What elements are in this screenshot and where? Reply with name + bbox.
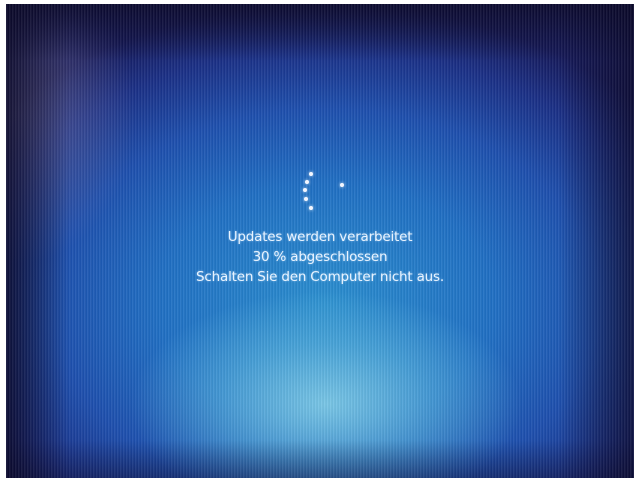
spinner-dot [309, 172, 313, 176]
spinner-dot [309, 206, 313, 210]
photo-frame: Updates werden verarbeitet 30 % abgeschl… [0, 0, 638, 481]
spinner-dot [340, 183, 344, 187]
update-progress-text: 30 % abgeschlossen [252, 249, 388, 265]
spinner-dot [305, 180, 309, 184]
monitor-screen: Updates werden verarbeitet 30 % abgeschl… [6, 4, 634, 478]
update-status-title: Updates werden verarbeitet [227, 229, 413, 245]
spinner-dot [303, 188, 307, 192]
loading-spinner-icon [292, 169, 352, 219]
update-warning-text: Schalten Sie den Computer nicht aus. [196, 269, 444, 285]
update-status-message: Updates werden verarbeitet 30 % abgeschl… [6, 227, 634, 287]
spinner-dot [304, 197, 308, 201]
